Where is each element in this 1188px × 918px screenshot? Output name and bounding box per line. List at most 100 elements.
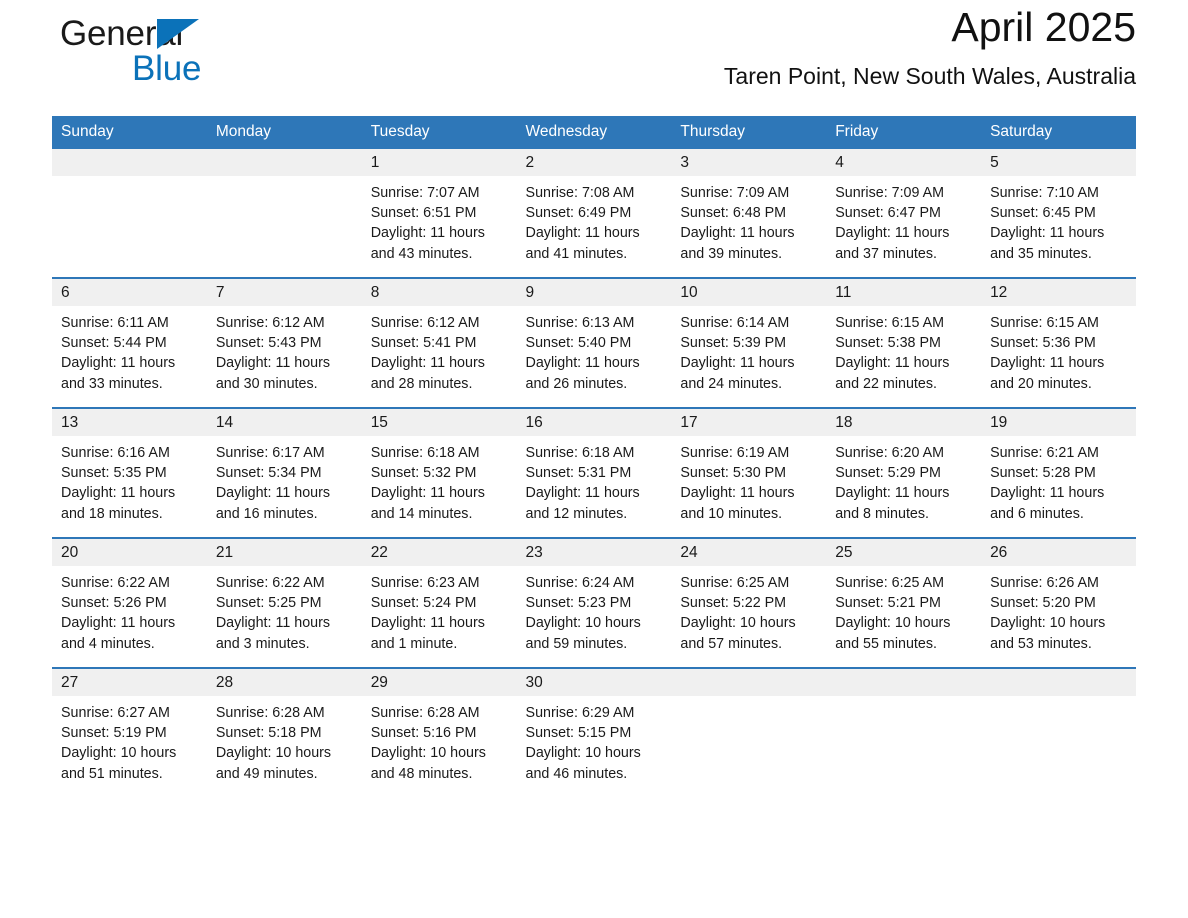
daylight-text-line2: and 26 minutes. (525, 375, 628, 392)
day-number: 10 (671, 279, 827, 306)
day-number: 4 (826, 149, 982, 176)
calendar-page: General Blue April 2025 Taren Point, New… (0, 0, 1188, 918)
calendar-day-cell[interactable]: 27 Sunrise: 6:27 AM Sunset: 5:19 PM Dayl… (52, 667, 207, 797)
day-number: 13 (52, 409, 207, 436)
calendar-day-cell[interactable]: 2 Sunrise: 7:08 AM Sunset: 6:49 PM Dayli… (516, 149, 672, 278)
calendar-day-cell[interactable] (981, 667, 1136, 797)
sunset-text: Sunset: 5:26 PM (61, 595, 167, 612)
sunset-text: Sunset: 5:34 PM (215, 465, 322, 482)
calendar-day-cell[interactable]: 6 Sunrise: 6:11 AM Sunset: 5:44 PM Dayli… (52, 277, 207, 408)
sunset-text: Sunset: 5:43 PM (215, 335, 322, 352)
calendar-day-cell[interactable] (52, 149, 207, 278)
day-number: 16 (516, 409, 672, 436)
calendar-day-cell[interactable]: 17 Sunrise: 6:19 AM Sunset: 5:30 PM Dayl… (671, 407, 827, 538)
daylight-text-line2: and 57 minutes. (680, 635, 783, 652)
calendar-day-cell[interactable]: 4 Sunrise: 7:09 AM Sunset: 6:47 PM Dayli… (826, 149, 982, 278)
calendar-day-cell[interactable]: 16 Sunrise: 6:18 AM Sunset: 5:31 PM Dayl… (516, 407, 672, 538)
calendar-day-cell[interactable]: 1 Sunrise: 7:07 AM Sunset: 6:51 PM Dayli… (361, 149, 517, 278)
sunrise-text: Sunrise: 6:17 AM (215, 445, 325, 461)
calendar-day-cell[interactable]: 24 Sunrise: 6:25 AM Sunset: 5:22 PM Dayl… (671, 537, 827, 668)
sunset-text: Sunset: 5:23 PM (525, 595, 632, 612)
sunrise-text: Sunrise: 7:09 AM (835, 185, 945, 201)
day-number: 28 (206, 669, 362, 696)
daylight-text-line2: and 43 minutes. (370, 245, 473, 262)
daylight-text-line1: Daylight: 11 hours (525, 485, 640, 502)
daylight-text-line1: Daylight: 11 hours (680, 485, 795, 502)
sunset-text: Sunset: 5:39 PM (680, 335, 787, 352)
sunrise-text: Sunrise: 6:28 AM (370, 705, 480, 721)
weekday-header-friday: Friday (826, 116, 982, 149)
day-details: Sunrise: 6:28 AM Sunset: 5:16 PM Dayligh… (362, 696, 517, 796)
calendar-day-cell[interactable]: 19 Sunrise: 6:21 AM Sunset: 5:28 PM Dayl… (981, 407, 1136, 538)
calendar-day-cell[interactable]: 3 Sunrise: 7:09 AM Sunset: 6:48 PM Dayli… (671, 149, 827, 278)
day-details: Sunrise: 7:07 AM Sunset: 6:51 PM Dayligh… (362, 176, 517, 276)
calendar-day-cell[interactable]: 14 Sunrise: 6:17 AM Sunset: 5:34 PM Dayl… (206, 407, 362, 538)
sunrise-text: Sunrise: 6:22 AM (61, 575, 170, 591)
daylight-text-line2: and 37 minutes. (835, 245, 937, 262)
day-number (671, 669, 827, 696)
logo-triangle-icon (157, 19, 199, 49)
sunrise-text: Sunrise: 7:07 AM (370, 185, 480, 201)
page-title: April 2025 (951, 4, 1136, 50)
day-number: 30 (516, 669, 672, 696)
calendar-day-cell[interactable]: 25 Sunrise: 6:25 AM Sunset: 5:21 PM Dayl… (826, 537, 982, 668)
sunset-text: Sunset: 5:16 PM (370, 725, 477, 742)
calendar-day-cell[interactable]: 10 Sunrise: 6:14 AM Sunset: 5:39 PM Dayl… (671, 277, 827, 408)
sunset-text: Sunset: 5:15 PM (525, 725, 632, 742)
sunset-text: Sunset: 5:38 PM (835, 335, 941, 352)
day-number (981, 669, 1136, 696)
calendar-day-cell[interactable]: 28 Sunrise: 6:28 AM Sunset: 5:18 PM Dayl… (206, 667, 362, 797)
calendar-day-cell[interactable]: 11 Sunrise: 6:15 AM Sunset: 5:38 PM Dayl… (826, 277, 982, 408)
day-number: 1 (361, 149, 517, 176)
day-details: Sunrise: 6:21 AM Sunset: 5:28 PM Dayligh… (981, 436, 1136, 536)
calendar-day-cell[interactable]: 30 Sunrise: 6:29 AM Sunset: 5:15 PM Dayl… (516, 667, 672, 797)
sunrise-text: Sunrise: 6:28 AM (215, 705, 325, 721)
calendar-day-cell[interactable] (826, 667, 982, 797)
day-number: 14 (206, 409, 362, 436)
sunrise-text: Sunrise: 6:26 AM (990, 575, 1099, 591)
daylight-text-line2: and 18 minutes. (61, 505, 163, 522)
calendar-day-cell[interactable]: 5 Sunrise: 7:10 AM Sunset: 6:45 PM Dayli… (981, 149, 1136, 278)
general-blue-logo[interactable]: General Blue (60, 14, 320, 94)
calendar-day-cell[interactable]: 18 Sunrise: 6:20 AM Sunset: 5:29 PM Dayl… (826, 407, 982, 538)
daylight-text-line1: Daylight: 11 hours (680, 355, 795, 372)
day-number: 29 (361, 669, 517, 696)
day-details: Sunrise: 6:12 AM Sunset: 5:41 PM Dayligh… (362, 306, 517, 406)
day-number: 23 (516, 539, 672, 566)
sunset-text: Sunset: 5:22 PM (680, 595, 787, 612)
calendar-day-cell[interactable]: 20 Sunrise: 6:22 AM Sunset: 5:26 PM Dayl… (52, 537, 207, 668)
sunrise-text: Sunrise: 6:18 AM (370, 445, 480, 461)
calendar-day-cell[interactable]: 7 Sunrise: 6:12 AM Sunset: 5:43 PM Dayli… (206, 277, 362, 408)
calendar-day-cell[interactable]: 8 Sunrise: 6:12 AM Sunset: 5:41 PM Dayli… (361, 277, 517, 408)
daylight-text-line2: and 51 minutes. (61, 765, 163, 782)
sunrise-text: Sunrise: 6:22 AM (215, 575, 325, 591)
daylight-text-line2: and 28 minutes. (370, 375, 473, 392)
calendar-day-cell[interactable]: 21 Sunrise: 6:22 AM Sunset: 5:25 PM Dayl… (206, 537, 362, 668)
day-details: Sunrise: 6:29 AM Sunset: 5:15 PM Dayligh… (517, 696, 672, 796)
sunrise-text: Sunrise: 6:14 AM (680, 315, 790, 331)
calendar-day-cell[interactable]: 26 Sunrise: 6:26 AM Sunset: 5:20 PM Dayl… (981, 537, 1136, 668)
day-number (826, 669, 982, 696)
day-number (206, 149, 362, 176)
calendar-day-cell[interactable]: 12 Sunrise: 6:15 AM Sunset: 5:36 PM Dayl… (981, 277, 1136, 408)
sunset-text: Sunset: 5:32 PM (370, 465, 477, 482)
calendar-day-cell[interactable]: 15 Sunrise: 6:18 AM Sunset: 5:32 PM Dayl… (361, 407, 517, 538)
calendar-day-cell[interactable]: 9 Sunrise: 6:13 AM Sunset: 5:40 PM Dayli… (516, 277, 672, 408)
sunrise-text: Sunrise: 6:15 AM (835, 315, 945, 331)
calendar-day-cell[interactable] (671, 667, 827, 797)
sunrise-text: Sunrise: 6:16 AM (61, 445, 170, 461)
day-details: Sunrise: 6:23 AM Sunset: 5:24 PM Dayligh… (362, 566, 517, 666)
sunset-text: Sunset: 6:45 PM (990, 205, 1096, 222)
calendar-day-cell[interactable] (206, 149, 362, 278)
daylight-text-line2: and 30 minutes. (215, 375, 318, 392)
daylight-text-line2: and 48 minutes. (370, 765, 473, 782)
day-number: 19 (981, 409, 1136, 436)
sunset-text: Sunset: 6:51 PM (370, 205, 477, 222)
sunset-text: Sunset: 5:28 PM (990, 465, 1096, 482)
calendar-day-cell[interactable]: 22 Sunrise: 6:23 AM Sunset: 5:24 PM Dayl… (361, 537, 517, 668)
day-details: Sunrise: 7:08 AM Sunset: 6:49 PM Dayligh… (517, 176, 672, 276)
calendar-day-cell[interactable]: 29 Sunrise: 6:28 AM Sunset: 5:16 PM Dayl… (361, 667, 517, 797)
daylight-text-line1: Daylight: 11 hours (525, 225, 640, 242)
calendar-day-cell[interactable]: 23 Sunrise: 6:24 AM Sunset: 5:23 PM Dayl… (516, 537, 672, 668)
calendar-day-cell[interactable]: 13 Sunrise: 6:16 AM Sunset: 5:35 PM Dayl… (52, 407, 207, 538)
